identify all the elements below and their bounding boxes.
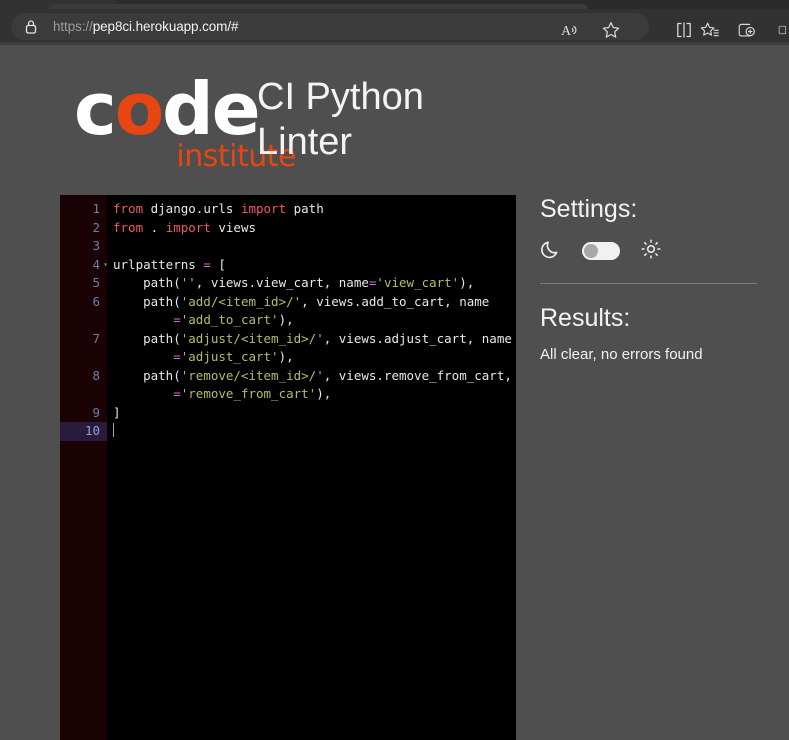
code-token: ), [316, 386, 332, 401]
code-token: import [165, 219, 211, 235]
split-screen-icon[interactable] [674, 20, 694, 40]
sun-icon[interactable] [640, 238, 662, 265]
editor-code-line: path('adjust/<item_id>/', views.adjust_c… [113, 330, 516, 367]
code-token: ), [459, 275, 475, 290]
code-token: path [286, 201, 324, 216]
code-editor[interactable]: 1 2 3 4 ▾ 5 6 7 8 9 10 from django.urls import pat… [60, 195, 516, 740]
code-token: = [173, 312, 181, 327]
code-token: import [240, 201, 287, 216]
code-token: ), [278, 349, 294, 364]
read-aloud-icon[interactable]: A [560, 20, 580, 40]
editor-code-line: path('', views.view_cart, name='view_car… [113, 274, 516, 293]
code-token: from [113, 219, 144, 235]
editor-code-area[interactable]: from django.urls import path from . impor… [107, 195, 516, 740]
code-token: ] [113, 404, 121, 420]
code-token: path( [113, 367, 181, 383]
editor-code-line: from . import views [113, 219, 516, 238]
address-bar[interactable]: https://pep8ci.herokuapp.com/# [11, 13, 649, 40]
page-body: code institute CI Python Linter 1 2 3 4 ▾ 5 6 7… [0, 45, 789, 740]
editor-code-line [113, 422, 516, 441]
page-title: CI Python Linter [257, 76, 424, 163]
editor-line-number: 4 ▾ [60, 256, 108, 275]
theme-toggle-knob [584, 244, 598, 258]
results-message: All clear, no errors found [540, 346, 703, 363]
editor-line-number: 3 [92, 238, 100, 253]
favorite-star-icon[interactable] [601, 20, 621, 40]
editor-line-number: 10 [60, 422, 107, 441]
code-token: ), [278, 312, 294, 327]
code-token: = [173, 349, 181, 364]
editor-line-number: 5 [92, 275, 100, 290]
code-token: = [203, 256, 211, 272]
editor-line-number: 2 [92, 219, 100, 235]
browser-toolbar: https://pep8ci.herokuapp.com/# A [0, 9, 789, 42]
code-token: 'adjust_cart' [180, 349, 279, 364]
code-token: . [143, 219, 166, 235]
editor-code-line: from django.urls import path [113, 200, 516, 219]
logo-letter-c: c [74, 67, 117, 151]
svg-text:A: A [561, 24, 572, 39]
collections-star-icon[interactable] [700, 20, 720, 40]
add-to-collections-icon[interactable] [736, 20, 756, 40]
code-token: path( [113, 293, 181, 309]
logo-letter-o: o [114, 67, 164, 151]
code-token: path( [113, 330, 181, 346]
editor-code-line: path('add/<item_id>/', views.add_to_cart… [113, 293, 516, 330]
browser-chrome: https://pep8ci.herokuapp.com/# A [0, 0, 789, 45]
code-token: , views.view_cart, name [195, 275, 369, 290]
theme-toggle-switch[interactable] [582, 242, 620, 260]
lock-icon[interactable] [16, 19, 46, 35]
code-token: 'adjust/<item_id>/' [180, 330, 324, 346]
url-text: https://pep8ci.herokuapp.com/# [53, 19, 238, 34]
overflow-icon[interactable] [778, 20, 789, 40]
tab-strip [0, 0, 789, 9]
editor-line-number: 7 [92, 330, 100, 346]
code-token: '' [180, 275, 196, 290]
code-token: 'add_to_cart' [180, 312, 279, 327]
editor-code-line: ] [113, 404, 516, 423]
editor-line-number: 8 [92, 367, 100, 383]
code-token: urlpatterns [113, 256, 204, 272]
theme-toggle-row [540, 237, 755, 265]
code-token: = [173, 386, 181, 401]
editor-line-number-gutter: 1 2 3 4 ▾ 5 6 7 8 9 10 [60, 195, 108, 740]
settings-heading: Settings: [540, 195, 638, 223]
editor-code-line: path('remove/<item_id>/', views.remove_f… [113, 367, 516, 404]
code-token: 'view_cart' [376, 275, 460, 290]
code-token: views [210, 219, 256, 235]
code-token: , views.remove_from_cart, name [323, 367, 512, 383]
page-header: code institute CI Python Linter [0, 45, 789, 190]
panel-divider [540, 283, 757, 284]
code-token: django.urls [143, 201, 241, 216]
results-heading: Results: [540, 304, 631, 332]
text-cursor [113, 423, 114, 437]
code-token: 'remove_from_cart' [180, 386, 317, 401]
code-token: , views.add_to_cart, name [301, 293, 490, 309]
editor-line-number: 1 [92, 201, 100, 216]
code-token: from [113, 201, 144, 216]
editor-code-line [113, 237, 516, 256]
url-scheme: https:// [53, 19, 93, 34]
code-token: [ [210, 256, 226, 272]
moon-icon[interactable] [540, 238, 562, 265]
side-panel: Settings: Results: All clear, no errors … [540, 195, 757, 363]
editor-code-line: urlpatterns = [ [113, 256, 516, 275]
code-token: 'add/<item_id>/' [180, 293, 302, 309]
url-host-path: pep8ci.herokuapp.com/# [92, 19, 239, 34]
code-token: path( [113, 275, 181, 290]
code-token: 'remove/<item_id>/' [180, 367, 324, 383]
editor-line-number: 6 [92, 293, 100, 309]
editor-line-number: 9 [92, 404, 100, 420]
code-token: , views.adjust_cart, name [323, 330, 512, 346]
